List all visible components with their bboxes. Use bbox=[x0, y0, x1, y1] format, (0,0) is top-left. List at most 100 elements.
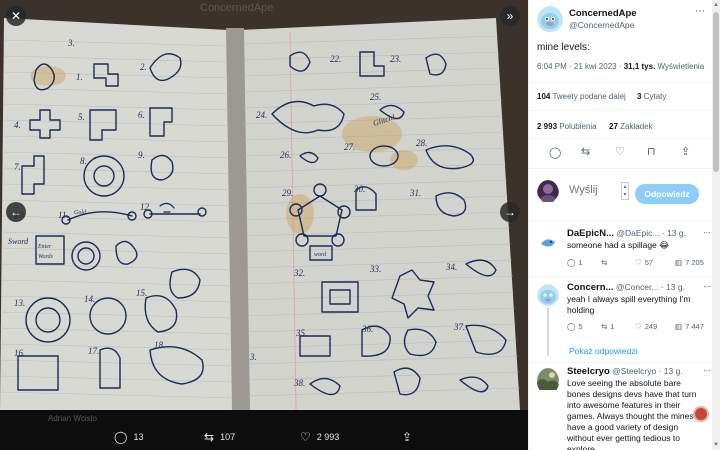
notebook-label: 18. bbox=[154, 340, 165, 350]
notebook-label: 8. bbox=[80, 156, 87, 166]
panel-scrollbar[interactable]: ▲ ▼ bbox=[712, 0, 720, 450]
notebook-label: 22. bbox=[330, 54, 341, 64]
media-reply-count: 13 bbox=[133, 432, 144, 442]
bookmarks-stat[interactable]: 27 Zakładek bbox=[609, 122, 653, 131]
scroll-down-icon[interactable]: ▼ bbox=[712, 440, 720, 450]
more-options-icon[interactable]: ⋯ bbox=[703, 228, 711, 237]
reply-item[interactable]: DaEpicN... @DaEpic... · 13 g. ⋯ someone … bbox=[537, 228, 713, 278]
notebook-label: 28. bbox=[416, 138, 427, 148]
notebook-photo: 1. 2. 4. 5. 6. 7. 8. 9. 10. 11. 12. 13. … bbox=[0, 0, 528, 410]
show-replies-link[interactable]: Pokaż odpowiedzi bbox=[569, 346, 638, 356]
author-handle[interactable]: @ConcernedApe bbox=[569, 20, 634, 30]
retweet-icon: ⇆ bbox=[601, 258, 608, 267]
likes-label: Polubienia bbox=[559, 122, 597, 131]
scrollbar-thumb[interactable] bbox=[713, 12, 719, 172]
retweet-icon[interactable]: ⇆ bbox=[581, 145, 590, 158]
next-image-button[interactable]: → bbox=[500, 202, 520, 222]
reply-time[interactable]: · 13 g. bbox=[661, 282, 685, 292]
reply-author-handle[interactable]: @Steelcryo bbox=[612, 366, 656, 376]
heart-icon: ♡ bbox=[635, 258, 642, 267]
media-share-button[interactable]: ⇪ bbox=[402, 430, 412, 444]
reply-item[interactable]: Concern... @Concer... · 13 g. ⋯ yeah I a… bbox=[537, 282, 713, 356]
author-name[interactable]: ConcernedApe bbox=[569, 8, 637, 19]
notebook-label: 5. bbox=[78, 112, 85, 122]
media-retweet-button[interactable]: ⇆ 107 bbox=[204, 430, 235, 444]
media-viewer: 1. 2. 4. 5. 6. 7. 8. 9. 10. 11. 12. 13. … bbox=[0, 0, 528, 450]
share-icon: ⇪ bbox=[402, 430, 413, 444]
floating-chat-icon[interactable] bbox=[693, 406, 709, 422]
notebook-label: 3. bbox=[67, 38, 75, 48]
divider bbox=[529, 220, 713, 221]
divider bbox=[529, 82, 713, 83]
reply-header: DaEpicN... @DaEpic... · 13 g. bbox=[567, 228, 686, 239]
reply-time[interactable]: · 13 g. bbox=[659, 366, 683, 376]
scroll-up-icon[interactable]: ▲ bbox=[712, 0, 720, 10]
heart-icon[interactable]: ♡ bbox=[615, 145, 625, 158]
ape-avatar-icon bbox=[537, 6, 563, 32]
reply-avatar[interactable] bbox=[537, 368, 559, 395]
notebook-label: 33. bbox=[369, 264, 381, 274]
notebook-word: Sword bbox=[8, 237, 29, 246]
notebook-label: 3. bbox=[249, 352, 257, 362]
retweets-label: Tweety podane dalej bbox=[552, 92, 626, 101]
more-options-icon[interactable]: ⋯ bbox=[703, 282, 711, 291]
reply-avatar[interactable] bbox=[537, 284, 559, 311]
reply-comment-button[interactable]: ◯ 5 bbox=[567, 322, 601, 331]
tweet-panel: ConcernedApe @ConcernedApe ⋯ mine levels… bbox=[528, 0, 720, 450]
reply-time[interactable]: · 13 g. bbox=[662, 228, 686, 238]
reply-item[interactable]: Steelcryo @Steelcryo · 13 g. ⋯ Love seei… bbox=[537, 366, 713, 450]
tweet-text: mine levels: bbox=[537, 42, 590, 53]
reply-like-button[interactable]: ♡ 249 bbox=[635, 322, 675, 331]
input-resize-handle[interactable]: ▴ ▾ bbox=[621, 182, 629, 200]
reply-author-handle[interactable]: @DaEpic... bbox=[616, 228, 659, 238]
notebook-word: Gold bbox=[74, 210, 87, 216]
reply-retweet-button[interactable]: ⇆ bbox=[601, 258, 635, 267]
reply-views-count: 7 447 bbox=[685, 322, 704, 331]
media-retweet-count: 107 bbox=[220, 432, 236, 442]
quotes-stat[interactable]: 3 Cytaty bbox=[637, 92, 666, 101]
reply-author-handle[interactable]: @Concer... bbox=[616, 282, 659, 292]
reply-views-button[interactable]: ▥ 7 447 bbox=[675, 322, 713, 331]
reply-author-name[interactable]: DaEpicN... bbox=[567, 228, 614, 239]
media-like-button[interactable]: ♡ 2 993 bbox=[300, 430, 339, 444]
notebook-label: 38. bbox=[293, 378, 305, 388]
more-options-icon[interactable]: ⋯ bbox=[703, 366, 711, 375]
notebook-label: 16. bbox=[14, 348, 25, 358]
likes-stat[interactable]: 2 993 Polubienia bbox=[537, 122, 597, 131]
share-icon[interactable]: ⇪ bbox=[681, 145, 690, 158]
expand-panel-button[interactable]: » bbox=[500, 6, 520, 26]
close-button[interactable]: ✕ bbox=[6, 6, 26, 26]
reply-comment-button[interactable]: ◯ 1 bbox=[567, 258, 601, 267]
tweet-meta: 6:04 PM · 21 kwi 2023 · 31,1 tys. Wyświe… bbox=[537, 62, 704, 71]
reply-author-name[interactable]: Steelcryo bbox=[567, 366, 610, 377]
reply-views-button[interactable]: ▥ 7 205 bbox=[675, 258, 713, 267]
reply-like-count: 57 bbox=[644, 258, 654, 267]
retweets-stat[interactable]: 104 Tweety podane dalej bbox=[537, 92, 626, 101]
notebook-label: 14. bbox=[84, 294, 95, 304]
reply-author-name[interactable]: Concern... bbox=[567, 282, 613, 293]
reply-button[interactable]: Odpowiedz bbox=[635, 184, 699, 204]
reply-retweet-button[interactable]: ⇆ 1 bbox=[601, 322, 635, 331]
reply-input[interactable] bbox=[569, 182, 619, 198]
retweet-icon: ⇆ bbox=[204, 430, 215, 444]
notebook-label: 25. bbox=[370, 92, 381, 102]
bookmark-icon[interactable]: ⊓ bbox=[647, 145, 656, 158]
tweet-time[interactable]: 6:04 PM · 21 kwi 2023 · bbox=[537, 62, 621, 71]
reply-like-count: 249 bbox=[644, 322, 658, 331]
reply-views-count: 7 205 bbox=[685, 258, 704, 267]
author-avatar[interactable] bbox=[537, 6, 563, 37]
divider bbox=[529, 362, 713, 363]
media-reply-button[interactable]: ◯ 13 bbox=[114, 430, 143, 444]
views-label: Wyświetlenia bbox=[657, 62, 705, 71]
landscape-avatar-icon bbox=[537, 368, 559, 390]
app-root: 1. 2. 4. 5. 6. 7. 8. 9. 10. 11. 12. 13. … bbox=[0, 0, 720, 450]
previous-image-button[interactable]: ← bbox=[6, 202, 26, 222]
thread-line bbox=[547, 308, 549, 356]
more-options-icon[interactable]: ⋯ bbox=[695, 6, 705, 17]
reply-like-button[interactable]: ♡ 57 bbox=[635, 258, 675, 267]
reply-retweet-count: 1 bbox=[610, 322, 615, 331]
notebook-label: 12. bbox=[140, 202, 151, 212]
reply-avatar[interactable] bbox=[537, 232, 559, 259]
arrow-right-icon: → bbox=[504, 205, 516, 219]
reply-icon[interactable]: ◯ bbox=[549, 146, 561, 159]
